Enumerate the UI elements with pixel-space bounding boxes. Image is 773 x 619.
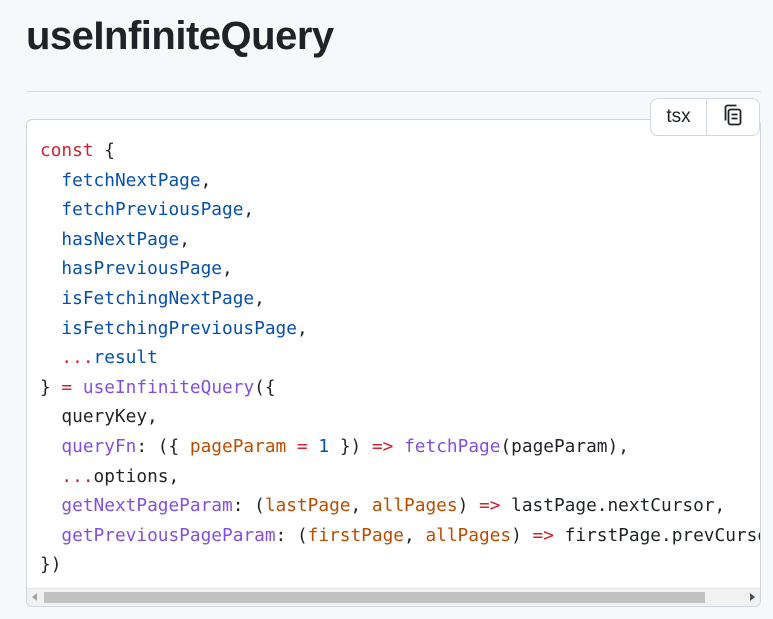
code-token: firstPage.prevCursor, xyxy=(564,524,760,546)
code-line: fetchPreviousPage, xyxy=(40,195,760,225)
language-label: tsx xyxy=(651,99,707,135)
code-token: allPages xyxy=(371,495,458,517)
code-line: isFetchingPreviousPage, xyxy=(40,314,760,344)
code-line: ...result xyxy=(40,343,760,373)
code-token: ) xyxy=(511,524,533,546)
code-token: ... xyxy=(61,465,94,487)
divider xyxy=(26,91,761,92)
code-content: const { fetchNextPage, fetchPreviousPage… xyxy=(40,136,760,580)
code-token: : ( xyxy=(275,524,308,546)
code-token: } xyxy=(40,376,62,398)
code-token: hasNextPage xyxy=(61,228,180,250)
code-token: => xyxy=(532,524,554,546)
code-line: hasNextPage, xyxy=(40,225,760,255)
code-token: getNextPageParam xyxy=(61,495,233,517)
code-line: getNextPageParam: (lastPage, allPages) =… xyxy=(40,491,760,521)
code-line: const { xyxy=(40,136,760,166)
code-token: queryKey, xyxy=(40,406,158,428)
code-token: isFetchingPreviousPage xyxy=(61,317,297,339)
code-token: fetchPreviousPage xyxy=(61,199,244,221)
code-token: isFetchingNextPage xyxy=(61,287,255,309)
code-token: { xyxy=(93,140,115,161)
code-token: getPreviousPageParam xyxy=(61,524,276,546)
code-line: ...options, xyxy=(40,462,760,492)
code-token: ({ xyxy=(254,376,276,398)
code-line: hasPreviousPage, xyxy=(40,254,760,284)
code-token: lastPage xyxy=(264,495,351,517)
copy-icon xyxy=(722,103,744,132)
copy-button[interactable] xyxy=(707,99,759,135)
code-token: = xyxy=(61,376,73,398)
page-title: useInfiniteQuery xyxy=(26,14,334,58)
code-token: : ( xyxy=(232,495,265,517)
code-token: : ({ xyxy=(136,435,190,457)
code-token: 1 xyxy=(318,435,330,457)
code-line: isFetchingNextPage, xyxy=(40,284,760,314)
code-toolbar: tsx xyxy=(650,98,760,136)
code-token: , xyxy=(296,317,308,339)
code-token: lastPage.nextCursor, xyxy=(500,495,726,517)
scroll-left-arrow-icon[interactable] xyxy=(32,593,37,601)
code-block: const { fetchNextPage, fetchPreviousPage… xyxy=(26,119,761,607)
code-token: , xyxy=(254,287,265,309)
code-token: ) xyxy=(457,495,479,517)
code-token: options, xyxy=(93,465,180,487)
code-token: allPages xyxy=(425,524,512,546)
scroll-right-arrow-icon[interactable] xyxy=(750,593,755,601)
scrollbar-thumb[interactable] xyxy=(44,592,705,603)
code-line: queryKey, xyxy=(40,402,760,432)
code-token: , xyxy=(243,199,255,221)
code-token: => xyxy=(371,435,394,457)
code-token: , xyxy=(179,228,190,250)
horizontal-scrollbar[interactable] xyxy=(27,588,760,606)
code-token: , xyxy=(350,495,372,517)
code-token: pageParam xyxy=(189,435,287,457)
code-token: const xyxy=(40,140,94,161)
code-token: fetchPage xyxy=(404,435,501,457)
code-token: = xyxy=(296,435,308,457)
code-token: result xyxy=(93,347,158,369)
code-token: , xyxy=(404,524,426,546)
code-token: }) xyxy=(329,435,372,457)
code-token: fetchNextPage xyxy=(61,169,201,191)
code-token: queryFn xyxy=(61,435,137,457)
code-line: queryFn: ({ pageParam = 1 }) => fetchPag… xyxy=(40,432,760,462)
code-line: fetchNextPage, xyxy=(40,166,760,196)
code-token: firstPage xyxy=(307,524,405,546)
code-token: hasPreviousPage xyxy=(61,258,223,280)
code-line: getPreviousPageParam: (firstPage, allPag… xyxy=(40,521,760,551)
code-token: , xyxy=(200,169,212,191)
code-token: => xyxy=(479,495,501,517)
code-token: , xyxy=(222,258,233,280)
code-line: }) xyxy=(40,550,760,580)
code-line: } = useInfiniteQuery({ xyxy=(40,373,760,403)
code-token: useInfiniteQuery xyxy=(82,376,255,398)
code-token: (pageParam), xyxy=(500,435,629,457)
code-token: ... xyxy=(61,347,94,369)
code-token: }) xyxy=(40,554,62,576)
